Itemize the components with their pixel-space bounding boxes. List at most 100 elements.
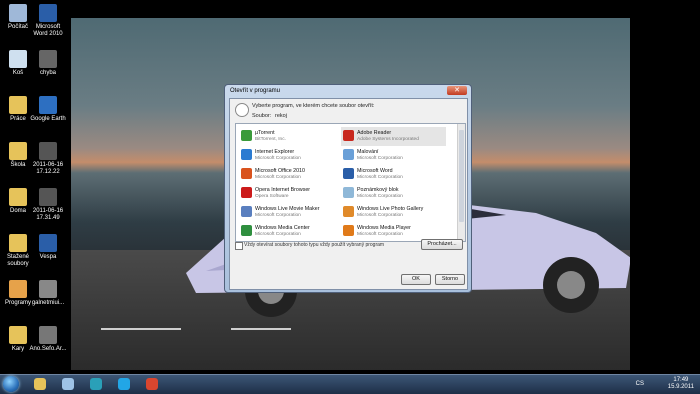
system-tray: CS 17:49 15.9.2011 — [636, 377, 694, 391]
program-item[interactable]: Windows Live Movie Maker Microsoft Corpor… — [239, 203, 344, 222]
program-company: Opera Software — [255, 194, 289, 199]
desktop-icon[interactable]: chyba — [28, 50, 68, 77]
google-earth-icon — [39, 96, 57, 114]
internet-explorer-icon — [241, 149, 252, 160]
taskbar-app-button[interactable] — [84, 376, 108, 392]
folder-icon — [9, 142, 27, 160]
dialog-instruction: Vyberte program, ve kterém chcete soubor… — [252, 103, 375, 109]
program-company: Microsoft Corporation — [255, 232, 301, 237]
program-company: Microsoft Corporation — [357, 194, 403, 199]
desktop-icon-label: galnetmiui... — [31, 300, 65, 306]
program-company: Microsoft Corporation — [357, 156, 403, 161]
open-with-dialog: Otevřít v programu ✕ Vyberte program, ve… — [224, 84, 472, 293]
image-icon — [39, 50, 57, 68]
file-icon — [39, 280, 57, 298]
taskbar-app-button[interactable] — [28, 376, 52, 392]
taskbar: CS 17:49 15.9.2011 — [0, 374, 700, 394]
media-center-icon — [241, 225, 252, 236]
paint-icon — [343, 149, 354, 160]
desktop-icon[interactable]: 2011-06-16 17.12.22 — [28, 142, 68, 176]
desktop-icon-label: chyba — [39, 70, 56, 76]
clock-time[interactable]: 17:49 — [668, 377, 694, 384]
program-name: Opera Internet Browser — [255, 187, 311, 193]
scrollbar-thumb[interactable] — [459, 130, 464, 222]
word-icon — [343, 168, 354, 179]
cancel-button[interactable]: Storno — [435, 274, 465, 285]
photo-gallery-icon — [343, 206, 354, 217]
program-item[interactable]: Opera Internet Browser Opera Software — [239, 184, 344, 203]
program-item[interactable]: Windows Live Photo Gallery Microsoft Corp… — [341, 203, 446, 222]
notepad-icon — [343, 187, 354, 198]
desktop-icon-label: 2011-06-16 17.12.22 — [32, 162, 64, 175]
program-item[interactable]: Microsoft Office 2010 Microsoft Corporati… — [239, 165, 344, 184]
taskbar-app-button[interactable] — [112, 376, 136, 392]
always-use-label: Vždy otevírat soubory tohoto typu vždy p… — [244, 242, 385, 248]
computer-icon — [9, 4, 27, 22]
search-icon — [235, 103, 249, 117]
program-name: Poznámkový blok — [357, 187, 399, 193]
taskbar-app-button[interactable] — [140, 376, 164, 392]
desktop-icon[interactable]: Google Earth — [28, 96, 68, 123]
desktop-icon-label: 2011-06-16 17.31.49 — [32, 208, 64, 221]
folder-icon — [9, 96, 27, 114]
desktop-icon[interactable]: Ano.Sefo.Ar... — [28, 326, 68, 353]
program-name: Microsoft Office 2010 — [255, 168, 305, 174]
program-item[interactable]: Internet Explorer Microsoft Corporation — [239, 146, 344, 165]
movie-maker-icon — [241, 206, 252, 217]
dialog-title: Otevřít v programu — [230, 88, 281, 94]
clock-date[interactable]: 15.9.2011 — [668, 384, 694, 391]
wallpaper-lane-mark — [101, 328, 181, 330]
wallpaper-lane-mark — [231, 328, 291, 330]
program-item[interactable]: Malování Microsoft Corporation — [341, 146, 446, 165]
file-label: Soubor: — [252, 113, 272, 119]
program-name: Windows Live Photo Gallery — [357, 206, 424, 212]
language-indicator[interactable]: CS — [636, 381, 644, 388]
program-company: Microsoft Corporation — [357, 232, 403, 237]
program-name: Windows Media Center — [255, 225, 310, 231]
desktop-icon[interactable]: galnetmiui... — [28, 280, 68, 307]
file-name: rekoj — [275, 113, 287, 119]
program-company: Microsoft Corporation — [255, 175, 301, 180]
media-player-icon — [343, 225, 354, 236]
program-list[interactable]: µTorrent BitTorrent, Inc. Adobe Reader Adob… — [235, 123, 466, 242]
always-use-checkbox[interactable] — [235, 242, 243, 250]
chrome-icon — [146, 378, 158, 390]
program-name: Microsoft Word — [357, 168, 393, 174]
program-name: Malování — [357, 149, 379, 155]
utorrent-icon — [241, 130, 252, 141]
desktop-icon[interactable]: 2011-06-16 17.31.49 — [28, 188, 68, 222]
image-icon — [39, 142, 57, 160]
program-company: Adobe Systems Incorporated — [357, 137, 419, 142]
close-button[interactable]: ✕ — [447, 86, 467, 95]
program-list-scrollbar[interactable] — [457, 124, 465, 241]
program-item[interactable]: Microsoft Word Microsoft Corporation — [341, 165, 446, 184]
ok-button[interactable]: OK — [401, 274, 431, 285]
desktop-icon-label: Vespa — [39, 254, 57, 260]
program-name: Adobe Reader — [357, 130, 392, 136]
image-icon — [39, 188, 57, 206]
program-item[interactable]: Adobe Reader Adobe Systems Incorporated — [341, 127, 446, 146]
taskbar-app-button[interactable] — [56, 376, 80, 392]
program-company: Microsoft Corporation — [255, 156, 301, 161]
file-icon — [39, 326, 57, 344]
program-company: Microsoft Corporation — [255, 213, 301, 218]
program-name: µTorrent — [255, 130, 275, 136]
browse-button[interactable]: Procházet... — [421, 239, 463, 250]
start-button[interactable] — [3, 376, 19, 392]
desktop-icon[interactable]: Microsoft Word 2010 — [28, 4, 68, 38]
folder-icon — [9, 326, 27, 344]
program-company: Microsoft Corporation — [357, 213, 403, 218]
desktop-icon[interactable]: Vespa — [28, 234, 68, 261]
program-name: Windows Live Movie Maker — [255, 206, 320, 212]
folder-icon — [9, 280, 27, 298]
explorer-icon — [34, 378, 46, 390]
word-doc-icon — [39, 234, 57, 252]
program-item[interactable]: Windows Media Center Microsoft Corporatio… — [239, 222, 344, 241]
program-item[interactable]: Poznámkový blok Microsoft Corporation — [341, 184, 446, 203]
desktop-icon-label: Microsoft Word 2010 — [33, 24, 63, 37]
program-item[interactable]: µTorrent BitTorrent, Inc. — [239, 127, 344, 146]
program-company: BitTorrent, Inc. — [255, 137, 286, 142]
word-icon — [39, 4, 57, 22]
folder-icon — [9, 188, 27, 206]
network-icon — [62, 378, 74, 390]
